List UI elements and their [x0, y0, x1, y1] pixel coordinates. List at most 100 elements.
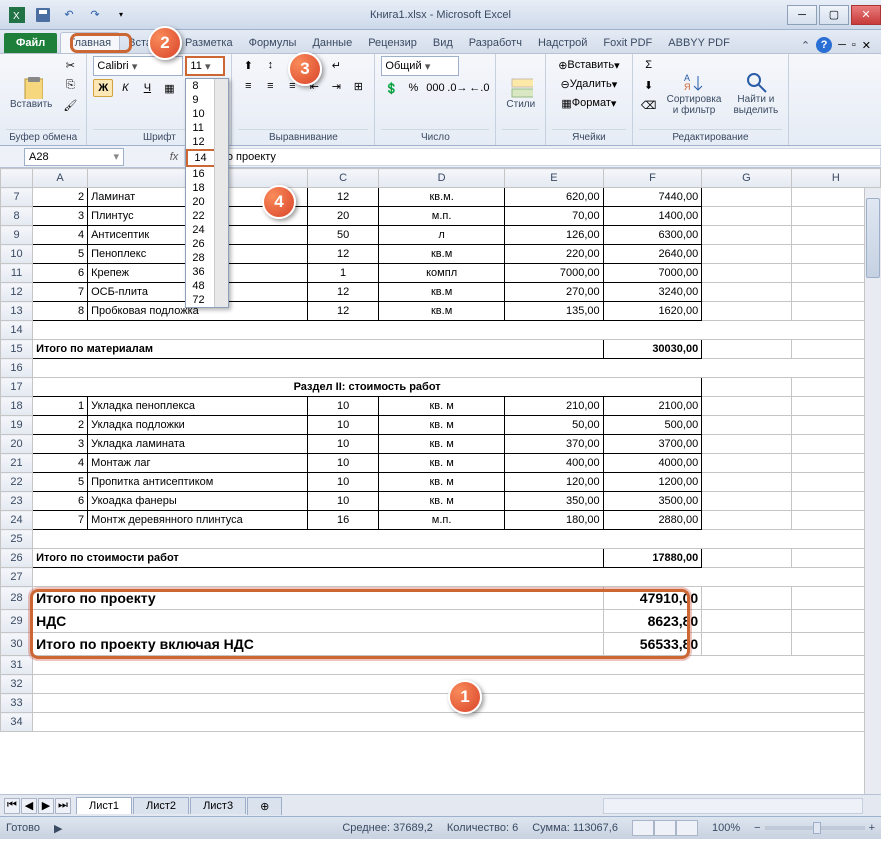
cell[interactable]: [702, 511, 791, 530]
inc-decimal[interactable]: .0→: [447, 79, 467, 97]
sort-filter-button[interactable]: AЯ Сортировкаи фильтр: [663, 56, 726, 129]
percent-button[interactable]: %: [403, 79, 423, 97]
cell[interactable]: 3240,00: [603, 283, 702, 302]
cell[interactable]: 12: [308, 283, 379, 302]
cell[interactable]: 10: [308, 454, 379, 473]
cell[interactable]: 1620,00: [603, 302, 702, 321]
insert-cells-button[interactable]: ⊕ Вставить ▾: [552, 56, 625, 74]
row-header[interactable]: 16: [1, 359, 33, 378]
cell[interactable]: 5: [33, 245, 88, 264]
row-header[interactable]: 27: [1, 568, 33, 587]
cell[interactable]: 12: [308, 302, 379, 321]
cell[interactable]: [702, 188, 791, 207]
cell[interactable]: 12: [308, 245, 379, 264]
align-middle[interactable]: ↕: [260, 56, 280, 74]
cell[interactable]: кв. м: [379, 454, 505, 473]
cell[interactable]: [33, 568, 881, 587]
select-all[interactable]: [1, 169, 33, 188]
cell[interactable]: 6: [33, 492, 88, 511]
cell[interactable]: 6300,00: [603, 226, 702, 245]
row-header[interactable]: 33: [1, 694, 33, 713]
wrap-text[interactable]: ↵: [326, 56, 346, 74]
cell[interactable]: 4000,00: [603, 454, 702, 473]
col-header[interactable]: A: [33, 169, 88, 188]
cell[interactable]: 3: [33, 435, 88, 454]
zoom-slider[interactable]: [765, 826, 865, 830]
italic-button[interactable]: К: [115, 79, 135, 97]
cell[interactable]: [702, 302, 791, 321]
cell[interactable]: [702, 283, 791, 302]
cell[interactable]: Укладка пеноплекса: [88, 397, 308, 416]
cell[interactable]: Раздел II: стоимость работ: [33, 378, 702, 397]
cell[interactable]: м.п.: [379, 511, 505, 530]
cell[interactable]: 2100,00: [603, 397, 702, 416]
cell[interactable]: 10: [308, 397, 379, 416]
cell[interactable]: 3: [33, 207, 88, 226]
cell[interactable]: 7000,00: [505, 264, 604, 283]
cell[interactable]: 50: [308, 226, 379, 245]
cell[interactable]: кв.м: [379, 283, 505, 302]
close-button[interactable]: ✕: [851, 5, 881, 25]
cell[interactable]: 270,00: [505, 283, 604, 302]
row-header[interactable]: 8: [1, 207, 33, 226]
cell[interactable]: 1: [308, 264, 379, 283]
row-header[interactable]: 20: [1, 435, 33, 454]
cell[interactable]: кв. м: [379, 397, 505, 416]
cell[interactable]: 70,00: [505, 207, 604, 226]
sheet-nav-prev[interactable]: ◀: [21, 798, 37, 814]
cell[interactable]: кв.м.: [379, 188, 505, 207]
cell[interactable]: кв.м: [379, 245, 505, 264]
cell[interactable]: 30030,00: [603, 340, 702, 359]
sheet-tab[interactable]: Лист1: [76, 797, 132, 814]
col-header[interactable]: H: [791, 169, 880, 188]
tab-foxit[interactable]: Foxit PDF: [595, 33, 660, 53]
cell[interactable]: 180,00: [505, 511, 604, 530]
tab-formulas[interactable]: Формулы: [241, 33, 305, 53]
cell[interactable]: 220,00: [505, 245, 604, 264]
comma-button[interactable]: 000: [425, 79, 445, 97]
row-header[interactable]: 23: [1, 492, 33, 511]
vertical-scrollbar[interactable]: [864, 188, 881, 794]
cell[interactable]: [702, 264, 791, 283]
cell[interactable]: 2: [33, 416, 88, 435]
cell[interactable]: 7: [33, 283, 88, 302]
cell[interactable]: Укладка подложки: [88, 416, 308, 435]
cell[interactable]: Укоадка фанеры: [88, 492, 308, 511]
cell[interactable]: 7440,00: [603, 188, 702, 207]
cell[interactable]: Итого по проекту включая НДС: [33, 633, 604, 656]
tab-view[interactable]: Вид: [425, 33, 461, 53]
maximize-button[interactable]: ▢: [819, 5, 849, 25]
view-page-layout[interactable]: [654, 820, 676, 836]
col-header[interactable]: E: [505, 169, 604, 188]
cell[interactable]: компл: [379, 264, 505, 283]
bold-button[interactable]: Ж: [93, 79, 113, 97]
cell[interactable]: 7: [33, 511, 88, 530]
row-header[interactable]: 13: [1, 302, 33, 321]
cell[interactable]: 7000,00: [603, 264, 702, 283]
tab-home[interactable]: Главная: [60, 32, 120, 53]
cell[interactable]: 17880,00: [603, 549, 702, 568]
cell[interactable]: 16: [308, 511, 379, 530]
sheet-tab[interactable]: Лист2: [133, 797, 189, 814]
tab-layout[interactable]: Разметка: [177, 33, 241, 53]
format-painter-button[interactable]: 🖌: [60, 96, 80, 114]
sheet-nav-next[interactable]: ▶: [38, 798, 54, 814]
doc-minimize-icon[interactable]: ─: [838, 39, 846, 51]
cell[interactable]: 10: [308, 416, 379, 435]
tab-addins[interactable]: Надстрой: [530, 33, 595, 53]
cell[interactable]: кв. м: [379, 416, 505, 435]
minimize-button[interactable]: ─: [787, 5, 817, 25]
cell[interactable]: Итого по стоимости работ: [33, 549, 604, 568]
cell[interactable]: 2640,00: [603, 245, 702, 264]
new-sheet-button[interactable]: ⊕: [247, 797, 282, 815]
cell[interactable]: 4: [33, 226, 88, 245]
cell[interactable]: [702, 226, 791, 245]
cell[interactable]: [702, 435, 791, 454]
cell[interactable]: Пропитка антисептиком: [88, 473, 308, 492]
number-format-combo[interactable]: Общий▾: [381, 56, 459, 76]
cell[interactable]: 3500,00: [603, 492, 702, 511]
cell[interactable]: 20: [308, 207, 379, 226]
sheet-nav-last[interactable]: ⏭: [55, 798, 71, 814]
zoom-out[interactable]: −: [754, 822, 760, 834]
view-normal[interactable]: [632, 820, 654, 836]
